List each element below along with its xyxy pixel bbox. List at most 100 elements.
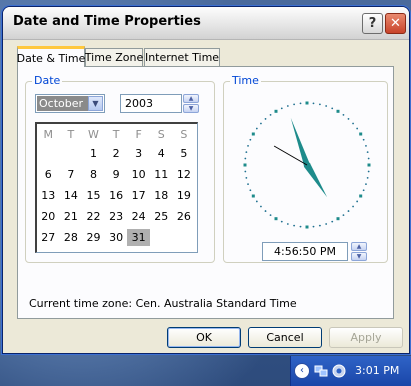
weekday-label: T (67, 128, 75, 141)
title-bar[interactable]: Date and Time Properties ? ✕ (3, 7, 409, 40)
minute-tick (325, 223, 328, 225)
month-value: October (37, 96, 89, 111)
weekday-label: F (135, 128, 142, 141)
minute-tick (244, 170, 247, 173)
calendar-day[interactable]: 5 (173, 145, 196, 162)
weekday-label: M (43, 128, 54, 141)
minute-tick (264, 118, 267, 120)
minute-tick (255, 127, 258, 130)
calendar-day[interactable]: 4 (150, 145, 173, 162)
minute-tick (260, 122, 262, 125)
hour-tick (336, 109, 340, 113)
close-button[interactable]: ✕ (385, 13, 406, 34)
minute-tick (286, 105, 289, 107)
calendar-day[interactable]: 9 (105, 166, 128, 183)
date-group-label: Date (32, 74, 63, 87)
calendar-week-row: 27 28 29 30 31 (37, 229, 197, 246)
time-spinner[interactable]: ▲ ▼ (351, 242, 367, 261)
hour-tick (274, 109, 278, 113)
spin-down-icon[interactable]: ▼ (183, 104, 199, 113)
time-group: Time 4:56:50 PM ▲ ▼ (223, 74, 388, 263)
hour-tick (274, 217, 278, 221)
tab-date-time[interactable]: Date & Time (17, 46, 85, 67)
spin-down-icon[interactable]: ▼ (351, 252, 367, 261)
time-field[interactable]: 4:56:50 PM (262, 242, 348, 261)
minute-tick (245, 176, 248, 179)
year-spinner[interactable]: ▲ ▼ (183, 94, 199, 113)
calendar-day[interactable]: 12 (173, 166, 196, 183)
ok-button[interactable]: OK (167, 327, 241, 348)
hour-tick (359, 132, 363, 136)
minute-tick (331, 107, 334, 110)
calendar-day[interactable]: 18 (150, 187, 173, 204)
chevron-down-icon[interactable]: ▼ (88, 96, 103, 111)
calendar-day[interactable]: 22 (82, 208, 105, 225)
help-button[interactable]: ? (362, 13, 383, 34)
calendar-day[interactable]: 1 (82, 145, 105, 162)
minute-tick (352, 122, 354, 125)
calendar-day[interactable]: 30 (105, 229, 128, 246)
calendar-day[interactable]: 7 (60, 166, 83, 183)
tab-internet-time[interactable]: Internet Time (144, 48, 220, 66)
calendar-day[interactable]: 15 (82, 187, 105, 204)
calendar-day[interactable]: 16 (105, 187, 128, 204)
calendar-empty-cell (37, 145, 60, 162)
spin-up-icon[interactable]: ▲ (183, 94, 199, 103)
chevron-left-icon[interactable]: ‹ (294, 363, 310, 379)
calendar-day[interactable]: 24 (127, 208, 150, 225)
calendar-day[interactable]: 19 (173, 187, 196, 204)
calendar-day[interactable]: 11 (150, 166, 173, 183)
calendar-grid[interactable]: MTWTFSS 1 2 3 4 5 6 7 8 9 10 11 12 13 14 15 16 17 18 19 20 2… (35, 122, 198, 253)
calendar-day[interactable]: 20 (37, 208, 60, 225)
minute-tick (299, 225, 302, 228)
minute-tick (325, 105, 328, 107)
year-field[interactable]: 2003 (120, 94, 182, 113)
date-group: Date October ▼ 2003 ▲ ▼ MTWTFSS 12345678… (25, 74, 215, 263)
network-icon[interactable] (314, 364, 328, 378)
minute-hand (290, 117, 311, 175)
taskbar-clock[interactable]: 3:01 PM (355, 364, 399, 377)
calendar-day[interactable]: 17 (127, 187, 150, 204)
calendar-day[interactable]: 6 (37, 166, 60, 183)
minute-tick (362, 138, 365, 141)
calendar-day[interactable]: 13 (37, 187, 60, 204)
calendar-day[interactable]: 3 (127, 145, 150, 162)
hour-tick (367, 163, 371, 167)
calendar-day[interactable]: 29 (82, 229, 105, 246)
month-select[interactable]: October ▼ (35, 94, 105, 113)
analog-clock (243, 101, 371, 229)
volume-icon[interactable] (332, 364, 346, 378)
calendar-day[interactable]: 2 (105, 145, 128, 162)
calendar-day[interactable]: 25 (150, 208, 173, 225)
minute-tick (244, 157, 247, 160)
calendar-empty-cell (150, 229, 173, 246)
minute-tick (366, 176, 369, 179)
apply-button[interactable]: Apply (329, 327, 403, 348)
minute-tick (365, 144, 367, 147)
calendar-day[interactable]: 14 (60, 187, 83, 204)
minute-tick (293, 103, 296, 106)
calendar-day[interactable]: 27 (37, 229, 60, 246)
spin-up-icon[interactable]: ▲ (351, 242, 367, 251)
hour-tick (336, 217, 340, 221)
calendar-day[interactable]: 23 (105, 208, 128, 225)
calendar-day[interactable]: 26 (173, 208, 196, 225)
minute-tick (245, 151, 248, 154)
minute-tick (312, 225, 315, 228)
weekday-label: T (112, 128, 120, 141)
tab-time-zone[interactable]: Time Zone (85, 48, 143, 66)
calendar-week-row: 13 14 15 16 17 18 19 (37, 187, 197, 204)
window-title: Date and Time Properties (13, 14, 201, 29)
minute-tick (269, 214, 272, 217)
calendar-day[interactable]: 8 (82, 166, 105, 183)
calendar-day[interactable]: 28 (60, 229, 83, 246)
cancel-button[interactable]: Cancel (248, 327, 322, 348)
current-time-zone: Current time zone: Cen. Australia Standa… (29, 297, 297, 310)
calendar-day[interactable]: 10 (127, 166, 150, 183)
calendar-day[interactable]: 21 (60, 208, 83, 225)
hour-tick (305, 101, 309, 105)
tab-panel: Date October ▼ 2003 ▲ ▼ MTWTFSS 12345678… (17, 66, 394, 319)
minute-tick (255, 200, 258, 203)
calendar-day[interactable]: 31 (127, 229, 150, 246)
minute-tick (365, 183, 367, 186)
